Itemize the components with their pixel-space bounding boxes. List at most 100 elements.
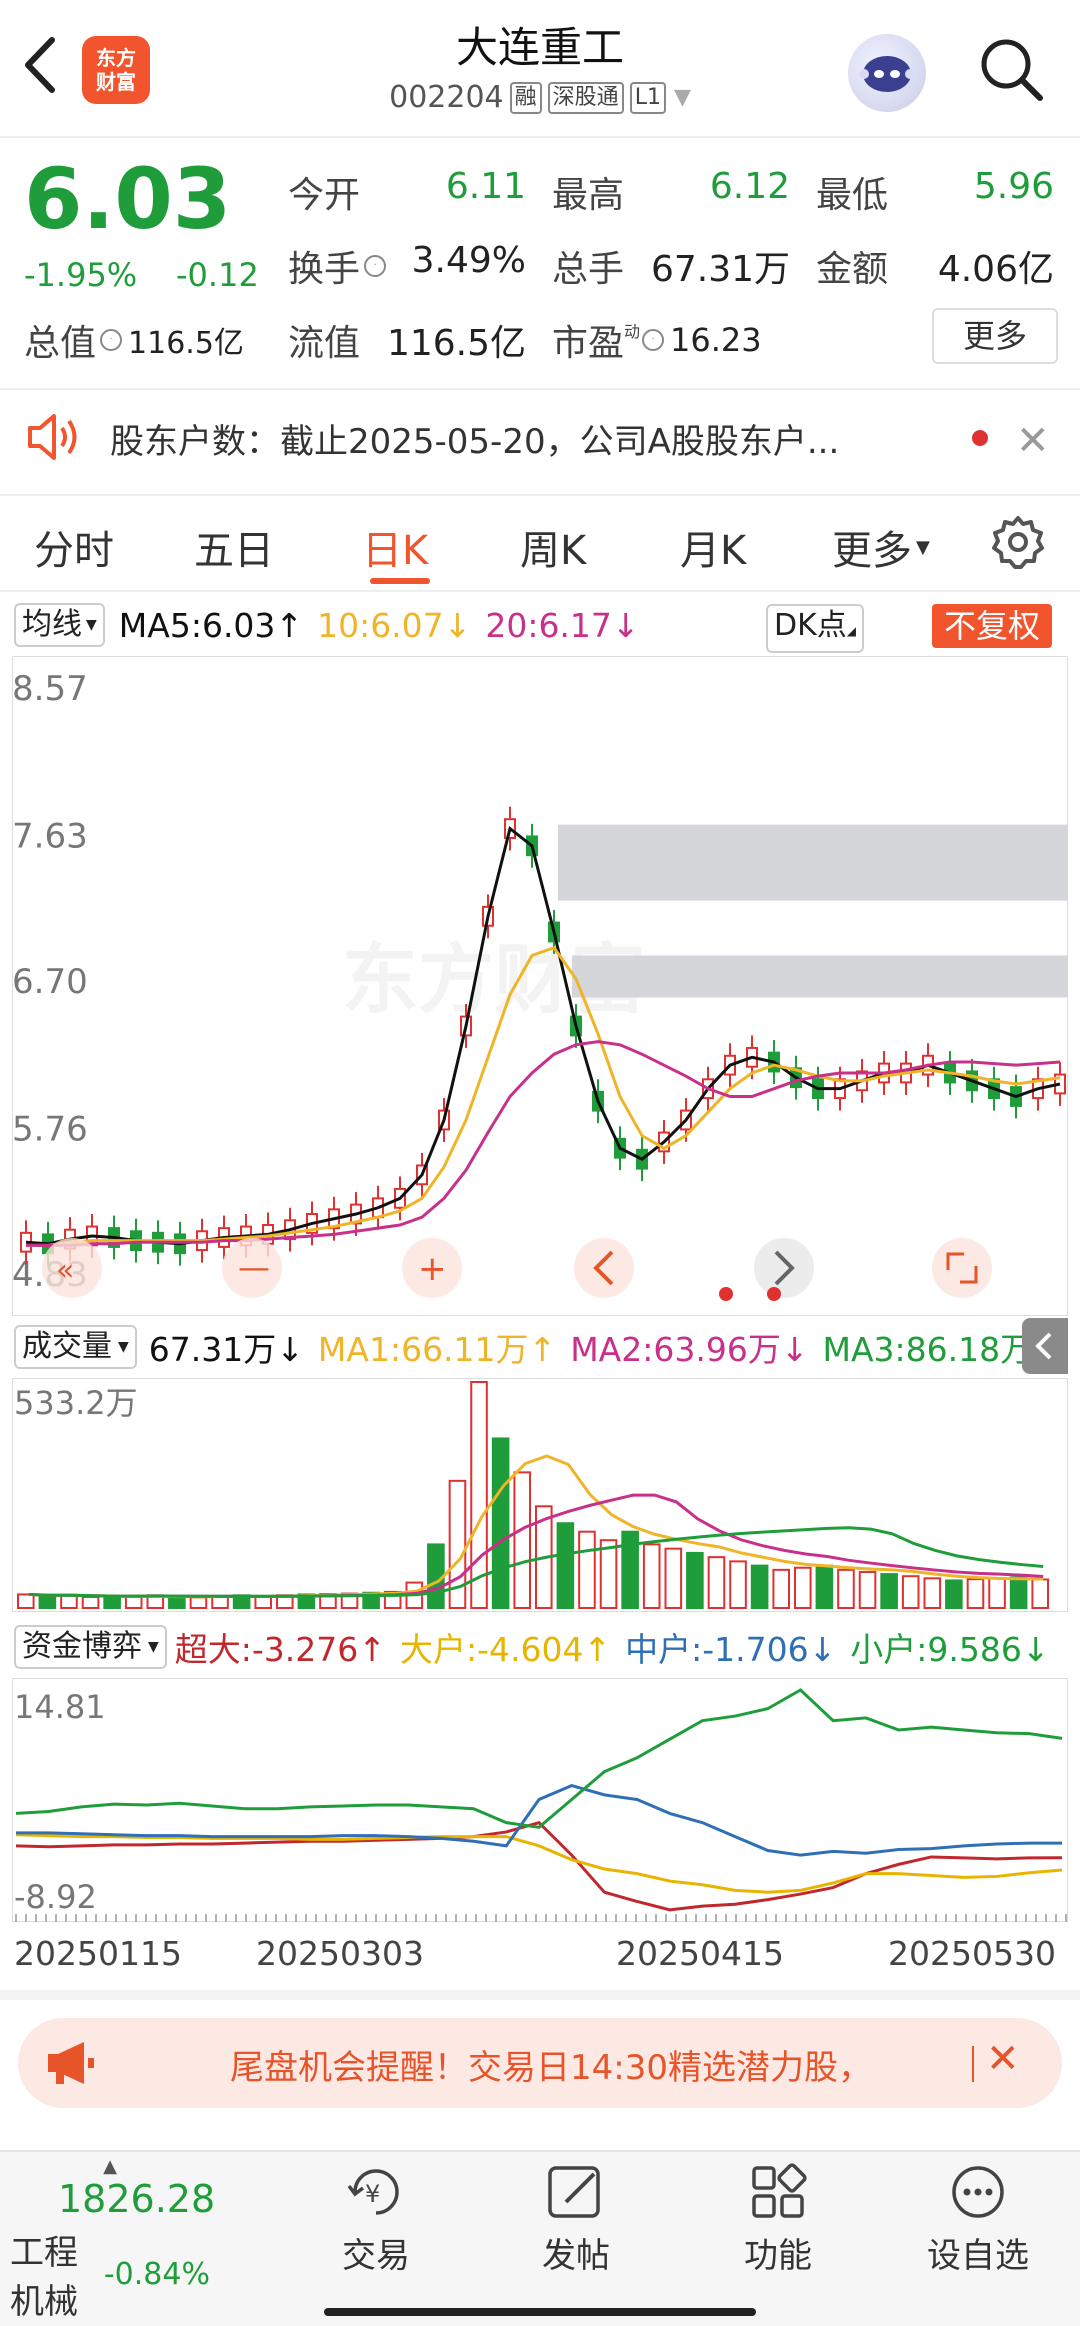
next-page-icon[interactable]: [754, 1238, 814, 1298]
turnover-label-wrap: 换手 ·: [288, 240, 387, 292]
y-axis-label: 7.63: [12, 816, 88, 856]
info-icon[interactable]: ·: [642, 329, 665, 351]
home-indicator: [324, 2308, 756, 2316]
fund-selector-label: 资金博弈: [22, 1629, 142, 1664]
app-logo[interactable]: 东方 财富: [82, 36, 150, 104]
volume-bar: [923, 1577, 942, 1609]
volume-selector[interactable]: 成交量 ▼: [14, 1325, 137, 1369]
close-icon[interactable]: ✕: [986, 2036, 1020, 2082]
nav-trade[interactable]: ¥ 交易: [306, 2156, 446, 2277]
low-value: 5.96: [973, 166, 1054, 207]
sector-index-name: 工程机械: [10, 2233, 78, 2322]
fullscreen-icon[interactable]: [932, 1238, 992, 1298]
open-label: 今开: [288, 175, 361, 216]
unread-dot: [972, 430, 988, 446]
price-change: -0.12: [176, 256, 259, 294]
volume-bar: [491, 1437, 510, 1610]
volume-bar: [211, 1595, 229, 1610]
volume-bar: [750, 1564, 769, 1610]
search-icon[interactable]: [976, 34, 1046, 104]
svg-text:¥: ¥: [365, 2180, 380, 2208]
nav-add-watchlist[interactable]: 设自选: [908, 2156, 1048, 2277]
vol-ma2: MA2:63.96万↓: [570, 1330, 809, 1369]
adjustment-toggle[interactable]: 不复权: [932, 604, 1053, 648]
caret-up-icon: ▲: [103, 2156, 117, 2177]
sector-index[interactable]: ▲ 1826.28 工程机械 -0.84%: [10, 2156, 215, 2323]
volume-bar: [642, 1543, 661, 1609]
tab-weekly-k[interactable]: 周K: [520, 518, 586, 576]
volume-bar: [772, 1568, 791, 1610]
tab-daily-k[interactable]: 日K: [362, 518, 428, 576]
volume-bar: [578, 1530, 596, 1610]
fund-flow-chart[interactable]: 14.81 -8.92: [12, 1678, 1068, 1922]
kline-chart[interactable]: 东方财富 8.577.636.705.764.83 « — +: [12, 656, 1068, 1316]
volume-bar: [427, 1543, 445, 1609]
fund-selector[interactable]: 资金博弈 ▼: [14, 1625, 167, 1669]
volume-bar: [1031, 1578, 1050, 1610]
more-stats-button[interactable]: 更多: [932, 308, 1058, 364]
tab-five-day[interactable]: 五日: [194, 518, 274, 576]
caret-down-icon: ▼: [86, 617, 97, 633]
nav-functions[interactable]: 功能: [708, 2156, 848, 2277]
volume-chart[interactable]: 533.2万: [12, 1378, 1068, 1612]
info-icon[interactable]: ·: [100, 329, 123, 351]
zoom-out-icon[interactable]: —: [222, 1238, 282, 1298]
ma-selector[interactable]: 均线 ▼: [14, 603, 105, 647]
float-cap-label: 流值: [288, 323, 361, 364]
ma10-value: 10:6.07↓: [317, 605, 472, 645]
prev-page-icon[interactable]: [574, 1238, 634, 1298]
volume-bar: [81, 1595, 100, 1610]
first-page-icon[interactable]: «: [42, 1238, 102, 1298]
stock-code-row: 002204 融 深股通 L1 ▼: [300, 80, 780, 115]
promo-text[interactable]: 尾盘机会提醒！交易日14:30精选潜力股，: [230, 2040, 872, 2089]
gap-zone: [572, 955, 1068, 998]
pe-label-wrap: 市盈 动 · 16.23: [552, 314, 762, 366]
volume-bar: [599, 1539, 618, 1609]
connect-tag: 深股通: [547, 81, 624, 114]
back-arrow-icon[interactable]: [20, 30, 60, 100]
dk-point-button[interactable]: DK点◢: [766, 604, 865, 653]
volume-top-label: 533.2万: [14, 1384, 138, 1422]
info-icon[interactable]: ·: [364, 255, 387, 277]
y-axis-label: 6.70: [12, 962, 88, 1002]
volume-bar: [707, 1556, 726, 1609]
close-icon[interactable]: ✕: [1016, 418, 1050, 464]
divider: [0, 1990, 1080, 2000]
svg-text:+: +: [418, 1249, 447, 1289]
volume-selector-label: 成交量: [22, 1329, 112, 1364]
volume-bar: [729, 1560, 747, 1609]
tab-more[interactable]: 更多 ▼: [832, 518, 930, 576]
fund-big: 大户:-4.604↑: [399, 1630, 612, 1669]
tab-intraday[interactable]: 分时: [34, 518, 114, 576]
market-cap-label: 总值: [24, 323, 97, 364]
nav-add-watchlist-label: 设自选: [927, 2236, 1029, 2276]
caret-down-icon: ▼: [916, 536, 930, 558]
y-axis-label: 5.76: [12, 1109, 88, 1149]
corner-triangle-icon: ◢: [846, 624, 857, 638]
megaphone-icon: [44, 2038, 98, 2092]
dropdown-caret-icon[interactable]: ▼: [674, 85, 691, 110]
tab-monthly-k[interactable]: 月K: [680, 518, 746, 576]
divider: [0, 136, 1080, 138]
notice-text[interactable]: 股东户数：截止2025-05-20，公司A股股东户...: [110, 414, 950, 463]
amount-value: 4.06亿: [937, 249, 1054, 290]
nav-functions-label: 功能: [744, 2236, 812, 2276]
level-tag: L1: [629, 81, 666, 114]
volume-bar: [38, 1595, 57, 1610]
high-label: 最高: [552, 175, 625, 216]
gap-zone: [558, 824, 1068, 901]
trade-icon: ¥: [306, 2156, 446, 2228]
zoom-in-icon[interactable]: +: [402, 1238, 462, 1298]
page-dot: [719, 1287, 733, 1301]
volume-value: 67.31万↓: [148, 1330, 304, 1369]
settings-gear-icon[interactable]: [990, 514, 1046, 574]
volume-bar: [168, 1595, 186, 1610]
nav-post[interactable]: 发帖: [506, 2156, 646, 2277]
caret-down-icon: ▼: [118, 1339, 129, 1355]
low-label: 最低: [816, 175, 889, 216]
ma-selector-label: 均线: [22, 607, 82, 642]
collapse-panel-button[interactable]: [1022, 1318, 1068, 1374]
more-dots-icon: [908, 2156, 1048, 2228]
volume-bar: [556, 1522, 575, 1609]
assistant-avatar-icon[interactable]: [848, 34, 926, 112]
